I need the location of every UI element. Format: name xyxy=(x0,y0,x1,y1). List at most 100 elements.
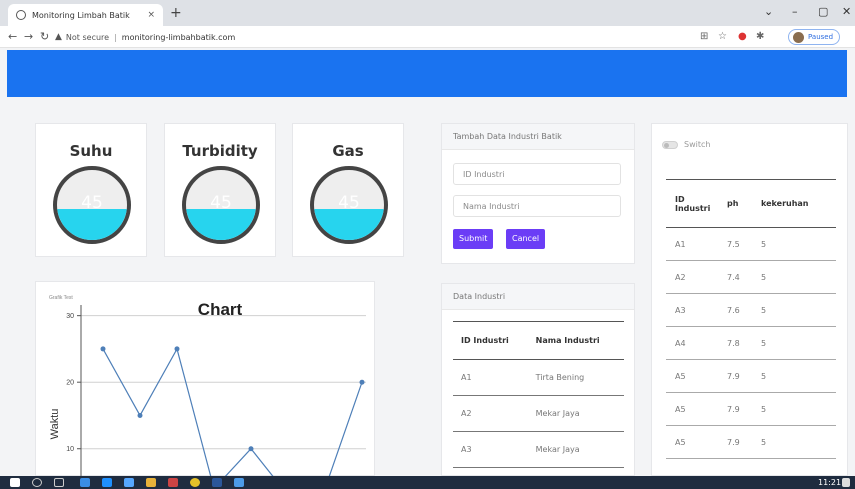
task-view-icon[interactable] xyxy=(54,478,64,487)
table-row: A4 7.8 5 xyxy=(666,326,836,360)
page-header xyxy=(7,50,847,97)
data-point xyxy=(248,446,254,452)
switch-control[interactable]: Switch xyxy=(662,140,710,149)
translate-icon[interactable]: ⊞ xyxy=(700,31,708,42)
search-icon[interactable] xyxy=(32,478,42,487)
url-text: monitoring-limbahbatik.com xyxy=(121,32,236,42)
submit-button[interactable]: Submit xyxy=(453,229,494,249)
switch-card: Switch ID Industri ph kekeruhan A1 7.5 5… xyxy=(651,123,848,476)
puzzle-icon[interactable]: ✱ xyxy=(756,31,764,42)
clock[interactable]: 11:21 xyxy=(818,478,841,487)
cell-kekeruhan: 5 xyxy=(752,260,836,294)
gauge-title: Suhu xyxy=(69,142,113,160)
tab-search-chevron-icon[interactable]: ⌄ xyxy=(764,5,773,18)
gauge-value: 45 xyxy=(81,193,103,213)
avatar xyxy=(793,31,804,43)
cell-id: A1 xyxy=(453,359,528,396)
cell-name: Mekar Jaya xyxy=(527,395,624,432)
cell-id: A2 xyxy=(453,395,528,432)
table-row: A5 7.9 5 xyxy=(666,425,836,459)
file-explorer-icon[interactable] xyxy=(146,478,156,487)
cell-kekeruhan: 5 xyxy=(752,227,836,261)
reload-icon[interactable]: ↻ xyxy=(40,30,49,43)
forward-arrow-icon[interactable]: → xyxy=(24,30,33,43)
cell-id: A5 xyxy=(666,359,718,393)
maximize-button[interactable]: ▢ xyxy=(818,5,828,18)
gauge: 45 xyxy=(182,166,260,244)
cell-id: A5 xyxy=(666,425,718,459)
cell-name: Mekar Jaya xyxy=(527,431,624,468)
new-tab-button[interactable]: + xyxy=(170,5,182,21)
browser-tab[interactable]: Monitoring Limbah Batik × xyxy=(8,4,163,26)
cell-ph: 7.9 xyxy=(718,425,752,459)
url-field[interactable]: ▲ Not secure | monitoring-limbahbatik.co… xyxy=(55,30,235,44)
cell-ph: 7.8 xyxy=(718,326,752,360)
warning-triangle-icon: ▲ xyxy=(55,32,62,42)
bookmark-star-icon[interactable]: ☆ xyxy=(718,31,727,42)
tab-close-icon[interactable]: × xyxy=(147,10,155,20)
switch-label: Switch xyxy=(684,140,711,149)
col-header-id: ID Industri xyxy=(453,321,528,360)
id-industri-input[interactable]: ID Industri xyxy=(453,163,621,185)
edge-icon[interactable] xyxy=(80,478,90,487)
cell-ph: 7.9 xyxy=(718,392,752,426)
profile-status: Paused xyxy=(808,33,834,41)
toggle-switch[interactable] xyxy=(662,140,678,149)
y-tick-label: 30 xyxy=(66,313,74,320)
table-row: A1 Tirta Bening xyxy=(453,359,624,396)
data-point xyxy=(100,346,106,352)
windows-start-icon[interactable] xyxy=(10,478,20,487)
y-tick-label: 20 xyxy=(66,380,74,387)
gauge-title: Gas xyxy=(332,142,364,160)
os-taskbar: 11:21 xyxy=(0,476,855,489)
vscode-icon[interactable] xyxy=(234,478,244,487)
url-separator: | xyxy=(114,32,117,42)
store-icon[interactable] xyxy=(102,478,112,487)
table-row: A2 7.4 5 xyxy=(666,260,836,294)
table-row: A1 7.5 5 xyxy=(666,227,836,261)
security-label: Not secure xyxy=(65,32,110,42)
globe-icon xyxy=(16,10,26,20)
profile-button[interactable]: Paused xyxy=(788,29,841,45)
nama-industri-input[interactable]: Nama Industri xyxy=(453,195,621,217)
table-header-row: ID Industri Nama Industri xyxy=(453,321,624,360)
data-point xyxy=(137,412,143,418)
cell-ph: 7.9 xyxy=(718,359,752,393)
cell-ph: 7.6 xyxy=(718,293,752,327)
back-arrow-icon[interactable]: ← xyxy=(8,30,17,43)
y-tick-label: 10 xyxy=(66,446,74,453)
browser-tab-strip: Monitoring Limbah Batik × + ⌄ – ▢ ✕ xyxy=(0,0,855,26)
tab-title: Monitoring Limbah Batik xyxy=(32,10,130,20)
data-point xyxy=(174,346,180,352)
cell-name: Tirta Bening xyxy=(527,359,624,396)
cell-kekeruhan: 5 xyxy=(752,359,836,393)
gauge: 45 xyxy=(310,166,388,244)
gauge-value: 45 xyxy=(210,193,232,213)
y-axis-label: Waktu xyxy=(49,409,61,440)
table-row: A5 7.9 5 xyxy=(666,359,836,393)
cell-ph: 7.5 xyxy=(718,227,752,261)
close-window-button[interactable]: ✕ xyxy=(842,5,851,18)
table-header-row: ID Industri ph kekeruhan xyxy=(666,179,836,228)
sensor-table: ID Industri ph kekeruhan A1 7.5 5 A2 7.4… xyxy=(666,179,836,459)
chrome-icon[interactable] xyxy=(190,478,200,487)
word-icon[interactable] xyxy=(212,478,222,487)
extension-icon[interactable]: ● xyxy=(738,31,747,42)
cell-id: A3 xyxy=(666,293,718,327)
chart-card: Grafik Test Chart Waktu 10 20 30 xyxy=(35,281,375,489)
address-bar: ← → ↻ ▲ Not secure | monitoring-limbahba… xyxy=(0,26,855,48)
gauge-card-turbidity: Turbidity 45 xyxy=(164,123,276,257)
cell-id: A1 xyxy=(666,227,718,261)
minimize-button[interactable]: – xyxy=(792,5,798,18)
col-header-name: Nama Industri xyxy=(527,321,624,360)
industry-table: ID Industri Nama Industri A1 Tirta Benin… xyxy=(453,321,624,489)
notification-icon[interactable] xyxy=(842,478,850,487)
cell-id: A4 xyxy=(666,326,718,360)
mail-icon[interactable] xyxy=(124,478,134,487)
app-icon[interactable] xyxy=(168,478,178,487)
cell-kekeruhan: 5 xyxy=(752,293,836,327)
table-row: A3 Mekar Jaya xyxy=(453,431,624,468)
cell-ph: 7.4 xyxy=(718,260,752,294)
col-header-ph: ph xyxy=(718,179,752,228)
cancel-button[interactable]: Cancel xyxy=(506,229,546,249)
